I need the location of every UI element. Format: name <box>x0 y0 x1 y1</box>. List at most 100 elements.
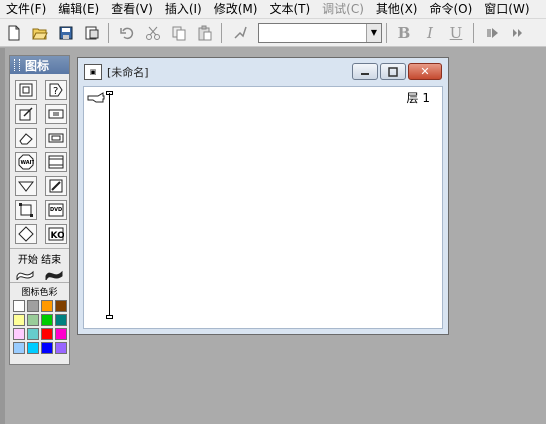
maximize-button[interactable] <box>380 63 406 80</box>
menu-window[interactable]: 窗口(W) <box>478 0 535 18</box>
copy-button[interactable] <box>167 22 191 44</box>
video-icon: DVD <box>48 203 64 217</box>
paste-icon <box>198 25 212 40</box>
italic-button[interactable]: I <box>417 22 443 44</box>
run-icon <box>487 27 498 38</box>
palette-title-bar[interactable]: 图标 <box>10 56 69 74</box>
color-swatch[interactable] <box>55 328 67 340</box>
close-icon: ✕ <box>420 65 430 78</box>
run-button[interactable] <box>480 22 504 44</box>
find-icon <box>234 26 247 39</box>
window-controls: ✕ <box>352 63 442 80</box>
toolbar: ▼ B I U <box>0 19 546 47</box>
color-swatch[interactable] <box>13 342 25 354</box>
navigate-icon <box>19 203 33 217</box>
calculation-icon-button[interactable] <box>45 104 67 124</box>
svg-text:DVD: DVD <box>50 207 62 213</box>
window-edge <box>0 48 5 424</box>
font-select[interactable]: ▼ <box>258 22 382 43</box>
scissors-icon <box>146 26 160 40</box>
video-icon-button[interactable]: DVD <box>45 200 67 220</box>
minimize-button[interactable] <box>352 63 378 80</box>
stop-flag-icon[interactable] <box>44 268 64 280</box>
color-swatch[interactable] <box>55 342 67 354</box>
display-icon-button[interactable] <box>15 80 37 100</box>
motion-icon-button[interactable] <box>15 104 37 124</box>
color-swatch[interactable] <box>27 328 39 340</box>
menu-bar: 文件(F) 编辑(E) 查看(V) 插入(I) 修改(M) 文本(T) 调试(C… <box>0 0 546 19</box>
color-swatch[interactable] <box>41 328 53 340</box>
erase-icon-button[interactable] <box>15 128 37 148</box>
eraser-icon <box>19 133 33 145</box>
menu-view[interactable]: 查看(V) <box>105 0 159 18</box>
icon-palette: 图标 ? WAIT DVD KO 开始 结束 图标色彩 <box>9 55 70 365</box>
calculation-icon <box>48 109 64 119</box>
undo-button[interactable] <box>115 22 139 44</box>
palette-title: 图标 <box>25 58 50 73</box>
color-swatch[interactable] <box>27 314 39 326</box>
save-button[interactable] <box>54 22 78 44</box>
color-swatch[interactable] <box>13 328 25 340</box>
color-swatch[interactable] <box>55 300 67 312</box>
color-swatches <box>10 298 69 354</box>
menu-debug[interactable]: 调试(C) <box>316 0 370 18</box>
cut-button[interactable] <box>141 22 165 44</box>
menu-other[interactable]: 其他(X) <box>370 0 424 18</box>
open-folder-icon <box>32 28 48 39</box>
color-swatch[interactable] <box>41 342 53 354</box>
control-panel-icon <box>513 28 522 37</box>
flowline-canvas[interactable]: 层 1 <box>83 86 443 329</box>
import-button[interactable] <box>80 22 104 44</box>
framework-icon-button[interactable] <box>45 152 67 172</box>
menu-text[interactable]: 文本(T) <box>263 0 316 18</box>
knowledge-object-icon: KO <box>48 227 65 241</box>
color-swatch[interactable] <box>55 314 67 326</box>
start-flag-icon[interactable] <box>15 268 35 280</box>
svg-text:KO: KO <box>51 231 65 241</box>
flag-label: 开始 结束 <box>10 248 69 266</box>
toolbar-separator <box>221 22 222 43</box>
interaction-icon-button[interactable]: ? <box>45 80 67 100</box>
toolbar-separator <box>386 22 387 43</box>
color-swatch[interactable] <box>13 300 25 312</box>
menu-file[interactable]: 文件(F) <box>0 0 52 18</box>
maximize-icon <box>388 66 398 77</box>
menu-command[interactable]: 命令(O) <box>423 0 478 18</box>
save-icon <box>59 26 73 39</box>
bold-button[interactable]: B <box>391 22 417 44</box>
map-icon-button[interactable] <box>45 128 67 148</box>
navigate-icon-button[interactable] <box>15 200 37 220</box>
new-file-icon <box>8 25 20 40</box>
knowledge-object-icon-button[interactable]: KO <box>45 224 67 244</box>
find-button[interactable] <box>228 22 252 44</box>
color-swatch[interactable] <box>41 300 53 312</box>
open-file-button[interactable] <box>28 22 52 44</box>
group-icon-button[interactable] <box>15 224 37 244</box>
underline-button[interactable]: U <box>443 22 469 44</box>
chevron-down-icon[interactable]: ▼ <box>366 23 381 42</box>
digital-movie-icon-button[interactable] <box>45 176 67 196</box>
color-swatch[interactable] <box>27 342 39 354</box>
color-swatch[interactable] <box>13 314 25 326</box>
decision-icon-button[interactable] <box>15 176 37 196</box>
menu-insert[interactable]: 插入(I) <box>159 0 208 18</box>
copy-icon <box>172 26 186 40</box>
layer-indicator: 层 1 <box>406 91 430 105</box>
control-panel-button[interactable] <box>506 22 530 44</box>
color-swatch[interactable] <box>27 300 39 312</box>
color-label: 图标色彩 <box>10 282 69 298</box>
menu-modify[interactable]: 修改(M) <box>208 0 264 18</box>
svg-text:?: ? <box>53 86 58 97</box>
close-button[interactable]: ✕ <box>408 63 442 80</box>
icon-grid: ? WAIT DVD KO <box>10 74 69 248</box>
menu-edit[interactable]: 编辑(E) <box>52 0 105 18</box>
new-file-button[interactable] <box>2 22 26 44</box>
interaction-icon: ? <box>49 83 63 97</box>
wait-icon: WAIT <box>18 154 34 170</box>
paste-button[interactable] <box>193 22 217 44</box>
color-swatch[interactable] <box>41 314 53 326</box>
window-icon: ▣ <box>84 64 102 80</box>
wait-icon-button[interactable]: WAIT <box>15 152 37 172</box>
minimize-icon <box>361 72 369 75</box>
framework-icon <box>48 155 64 169</box>
